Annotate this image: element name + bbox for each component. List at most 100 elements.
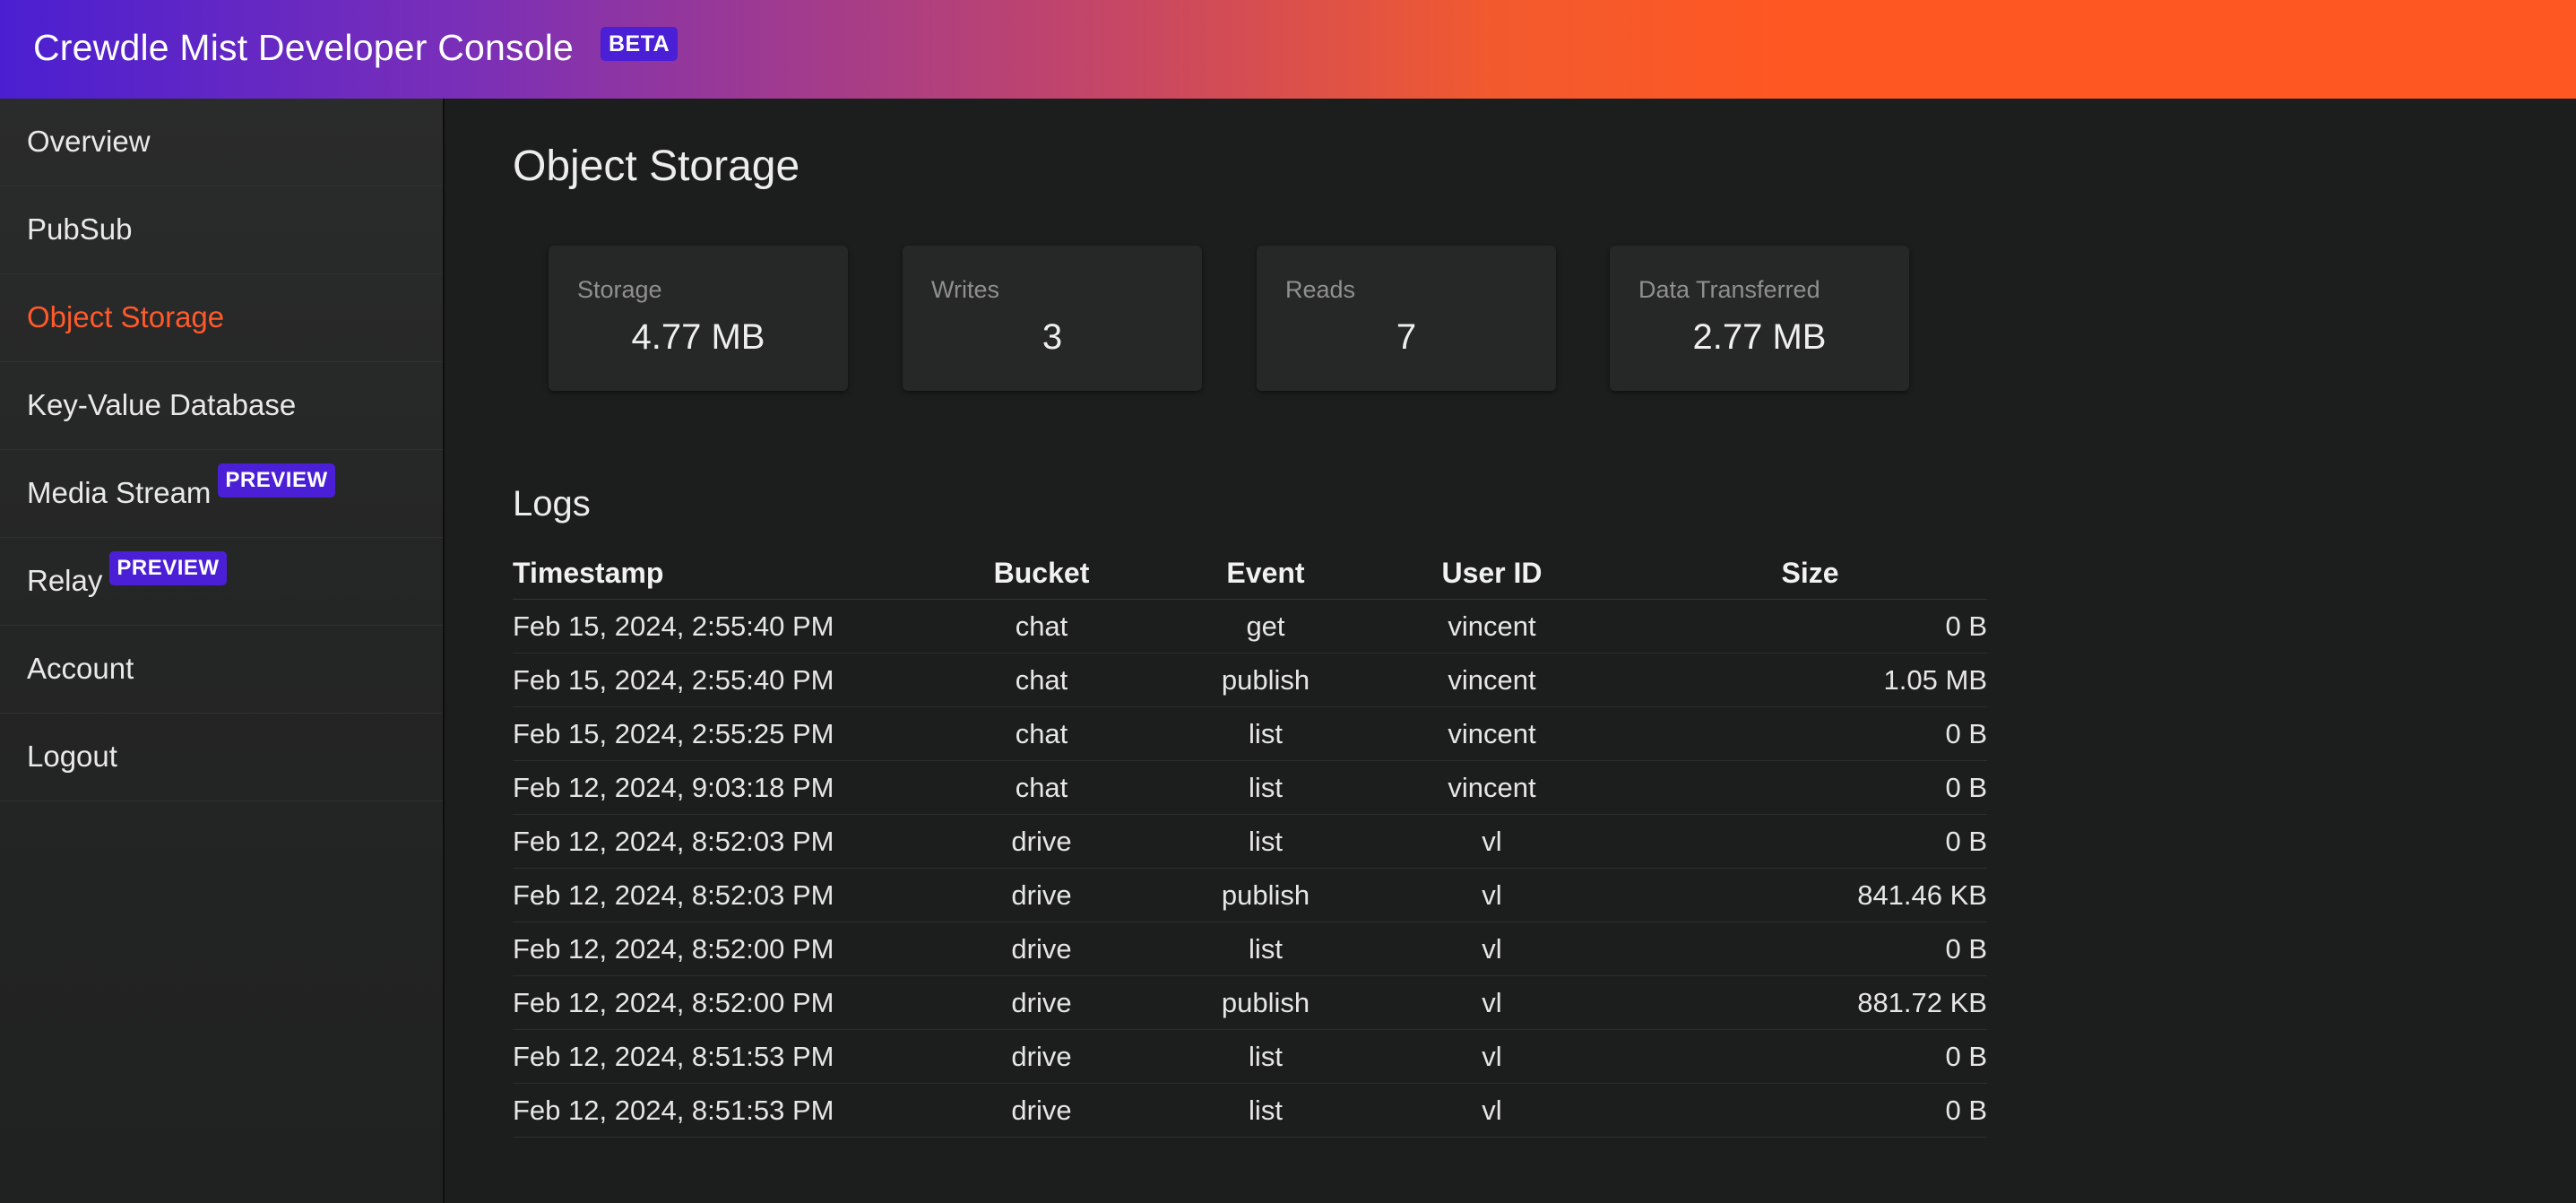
sidebar-item-label: Object Storage: [27, 300, 225, 333]
cell-timestamp: Feb 12, 2024, 8:51:53 PM: [513, 1083, 943, 1138]
cell-bucket: chat: [943, 599, 1140, 653]
stat-label: Data Transferred: [1638, 276, 1820, 303]
cell-user-id: vl: [1391, 1029, 1593, 1084]
logs-table: Timestamp Bucket Event User ID Size Feb …: [513, 547, 1987, 1138]
cell-timestamp: Feb 15, 2024, 2:55:40 PM: [513, 599, 943, 653]
cell-timestamp: Feb 12, 2024, 8:52:00 PM: [513, 922, 943, 976]
cell-size: 0 B: [1593, 706, 1987, 761]
cell-size: 0 B: [1593, 1029, 1987, 1084]
cell-event: list: [1140, 760, 1391, 815]
cell-bucket: drive: [943, 922, 1140, 976]
column-header-size: Size: [1593, 547, 1987, 600]
column-header-user-id: User ID: [1391, 547, 1593, 600]
table-row: Feb 12, 2024, 8:51:53 PM drive list vl 0…: [513, 1029, 1987, 1084]
sidebar-item-label: Relay PREVIEW: [27, 551, 227, 598]
table-row: Feb 12, 2024, 8:52:00 PM drive list vl 0…: [513, 922, 1987, 976]
cell-user-id: vincent: [1391, 653, 1593, 707]
table-row: Feb 15, 2024, 2:55:40 PM chat publish vi…: [513, 653, 1987, 707]
table-row: Feb 12, 2024, 9:03:18 PM chat list vince…: [513, 760, 1987, 815]
cell-event: list: [1140, 814, 1391, 869]
cell-timestamp: Feb 15, 2024, 2:55:40 PM: [513, 653, 943, 707]
sidebar-item-key-value-database[interactable]: Key-Value Database: [0, 362, 443, 450]
table-header-row: Timestamp Bucket Event User ID Size: [513, 547, 1987, 600]
stat-card-writes: Writes 3: [903, 246, 1202, 391]
cell-bucket: drive: [943, 975, 1140, 1030]
sidebar-item-label: Overview: [27, 125, 151, 158]
cell-size: 881.72 KB: [1593, 975, 1987, 1030]
table-row: Feb 12, 2024, 8:52:03 PM drive publish v…: [513, 868, 1987, 922]
cell-bucket: drive: [943, 814, 1140, 869]
cell-size: 0 B: [1593, 599, 1987, 653]
cell-bucket: drive: [943, 868, 1140, 922]
cell-size: 0 B: [1593, 922, 1987, 976]
stat-card-reads: Reads 7: [1257, 246, 1556, 391]
cell-size: 0 B: [1593, 814, 1987, 869]
cell-timestamp: Feb 15, 2024, 2:55:25 PM: [513, 706, 943, 761]
page-title: Object Storage: [513, 143, 800, 190]
cell-bucket: drive: [943, 1083, 1140, 1138]
cell-user-id: vl: [1391, 975, 1593, 1030]
stat-value: 2.77 MB: [1692, 317, 1827, 357]
stat-value: 3: [1042, 317, 1063, 357]
table-row: Feb 12, 2024, 8:51:53 PM drive list vl 0…: [513, 1083, 1987, 1138]
cell-size: 841.46 KB: [1593, 868, 1987, 922]
sidebar-item-label: PubSub: [27, 212, 133, 246]
sidebar-item-account[interactable]: Account: [0, 626, 443, 714]
cell-size: 0 B: [1593, 1083, 1987, 1138]
sidebar-item-object-storage[interactable]: Object Storage: [0, 274, 443, 362]
sidebar-item-logout[interactable]: Logout: [0, 714, 443, 801]
cell-user-id: vl: [1391, 868, 1593, 922]
stat-card-storage: Storage 4.77 MB: [549, 246, 848, 391]
stat-card-data-transferred: Data Transferred 2.77 MB: [1610, 246, 1909, 391]
cell-user-id: vl: [1391, 922, 1593, 976]
cell-bucket: chat: [943, 653, 1140, 707]
cell-bucket: chat: [943, 706, 1140, 761]
stat-label: Storage: [577, 276, 662, 303]
app-title: Crewdle Mist Developer Console: [33, 27, 575, 68]
stat-value: 7: [1396, 317, 1417, 357]
sidebar-item-label: Logout: [27, 740, 117, 773]
cell-event: publish: [1140, 975, 1391, 1030]
cell-event: publish: [1140, 868, 1391, 922]
cell-user-id: vl: [1391, 1083, 1593, 1138]
cell-timestamp: Feb 12, 2024, 8:52:03 PM: [513, 814, 943, 869]
cell-timestamp: Feb 12, 2024, 8:52:00 PM: [513, 975, 943, 1030]
cell-event: list: [1140, 922, 1391, 976]
sidebar: Overview PubSub Object Storage Key-Value…: [0, 99, 445, 1203]
cell-bucket: drive: [943, 1029, 1140, 1084]
table-row: Feb 12, 2024, 8:52:00 PM drive publish v…: [513, 975, 1987, 1030]
cell-size: 1.05 MB: [1593, 653, 1987, 707]
cell-event: publish: [1140, 653, 1391, 707]
beta-badge: BETA: [601, 27, 679, 61]
sidebar-item-label: Account: [27, 652, 134, 685]
stat-label: Reads: [1285, 276, 1356, 303]
cell-event: list: [1140, 1083, 1391, 1138]
cell-timestamp: Feb 12, 2024, 8:51:53 PM: [513, 1029, 943, 1084]
app-header: Crewdle Mist Developer Console BETA: [0, 0, 2576, 99]
sidebar-item-label: Media Stream PREVIEW: [27, 463, 335, 510]
column-header-timestamp: Timestamp: [513, 547, 943, 600]
cell-user-id: vincent: [1391, 706, 1593, 761]
main-content: Object Storage Storage 4.77 MB Writes 3 …: [445, 99, 2576, 1203]
cell-user-id: vincent: [1391, 760, 1593, 815]
cell-bucket: chat: [943, 760, 1140, 815]
column-header-bucket: Bucket: [943, 547, 1140, 600]
sidebar-item-label: Key-Value Database: [27, 388, 297, 421]
sidebar-item-media-stream[interactable]: Media Stream PREVIEW: [0, 450, 443, 538]
cell-event: get: [1140, 599, 1391, 653]
preview-badge: PREVIEW: [109, 551, 227, 585]
sidebar-item-relay[interactable]: Relay PREVIEW: [0, 538, 443, 626]
table-row: Feb 15, 2024, 2:55:25 PM chat list vince…: [513, 706, 1987, 761]
table-row: Feb 15, 2024, 2:55:40 PM chat get vincen…: [513, 599, 1987, 653]
cell-timestamp: Feb 12, 2024, 8:52:03 PM: [513, 868, 943, 922]
cell-size: 0 B: [1593, 760, 1987, 815]
sidebar-item-pubsub[interactable]: PubSub: [0, 186, 443, 274]
sidebar-item-overview[interactable]: Overview: [0, 99, 443, 186]
column-header-event: Event: [1140, 547, 1391, 600]
stat-value: 4.77 MB: [631, 317, 765, 357]
cell-event: list: [1140, 1029, 1391, 1084]
cell-user-id: vincent: [1391, 599, 1593, 653]
cell-user-id: vl: [1391, 814, 1593, 869]
table-row: Feb 12, 2024, 8:52:03 PM drive list vl 0…: [513, 814, 1987, 869]
cell-event: list: [1140, 706, 1391, 761]
